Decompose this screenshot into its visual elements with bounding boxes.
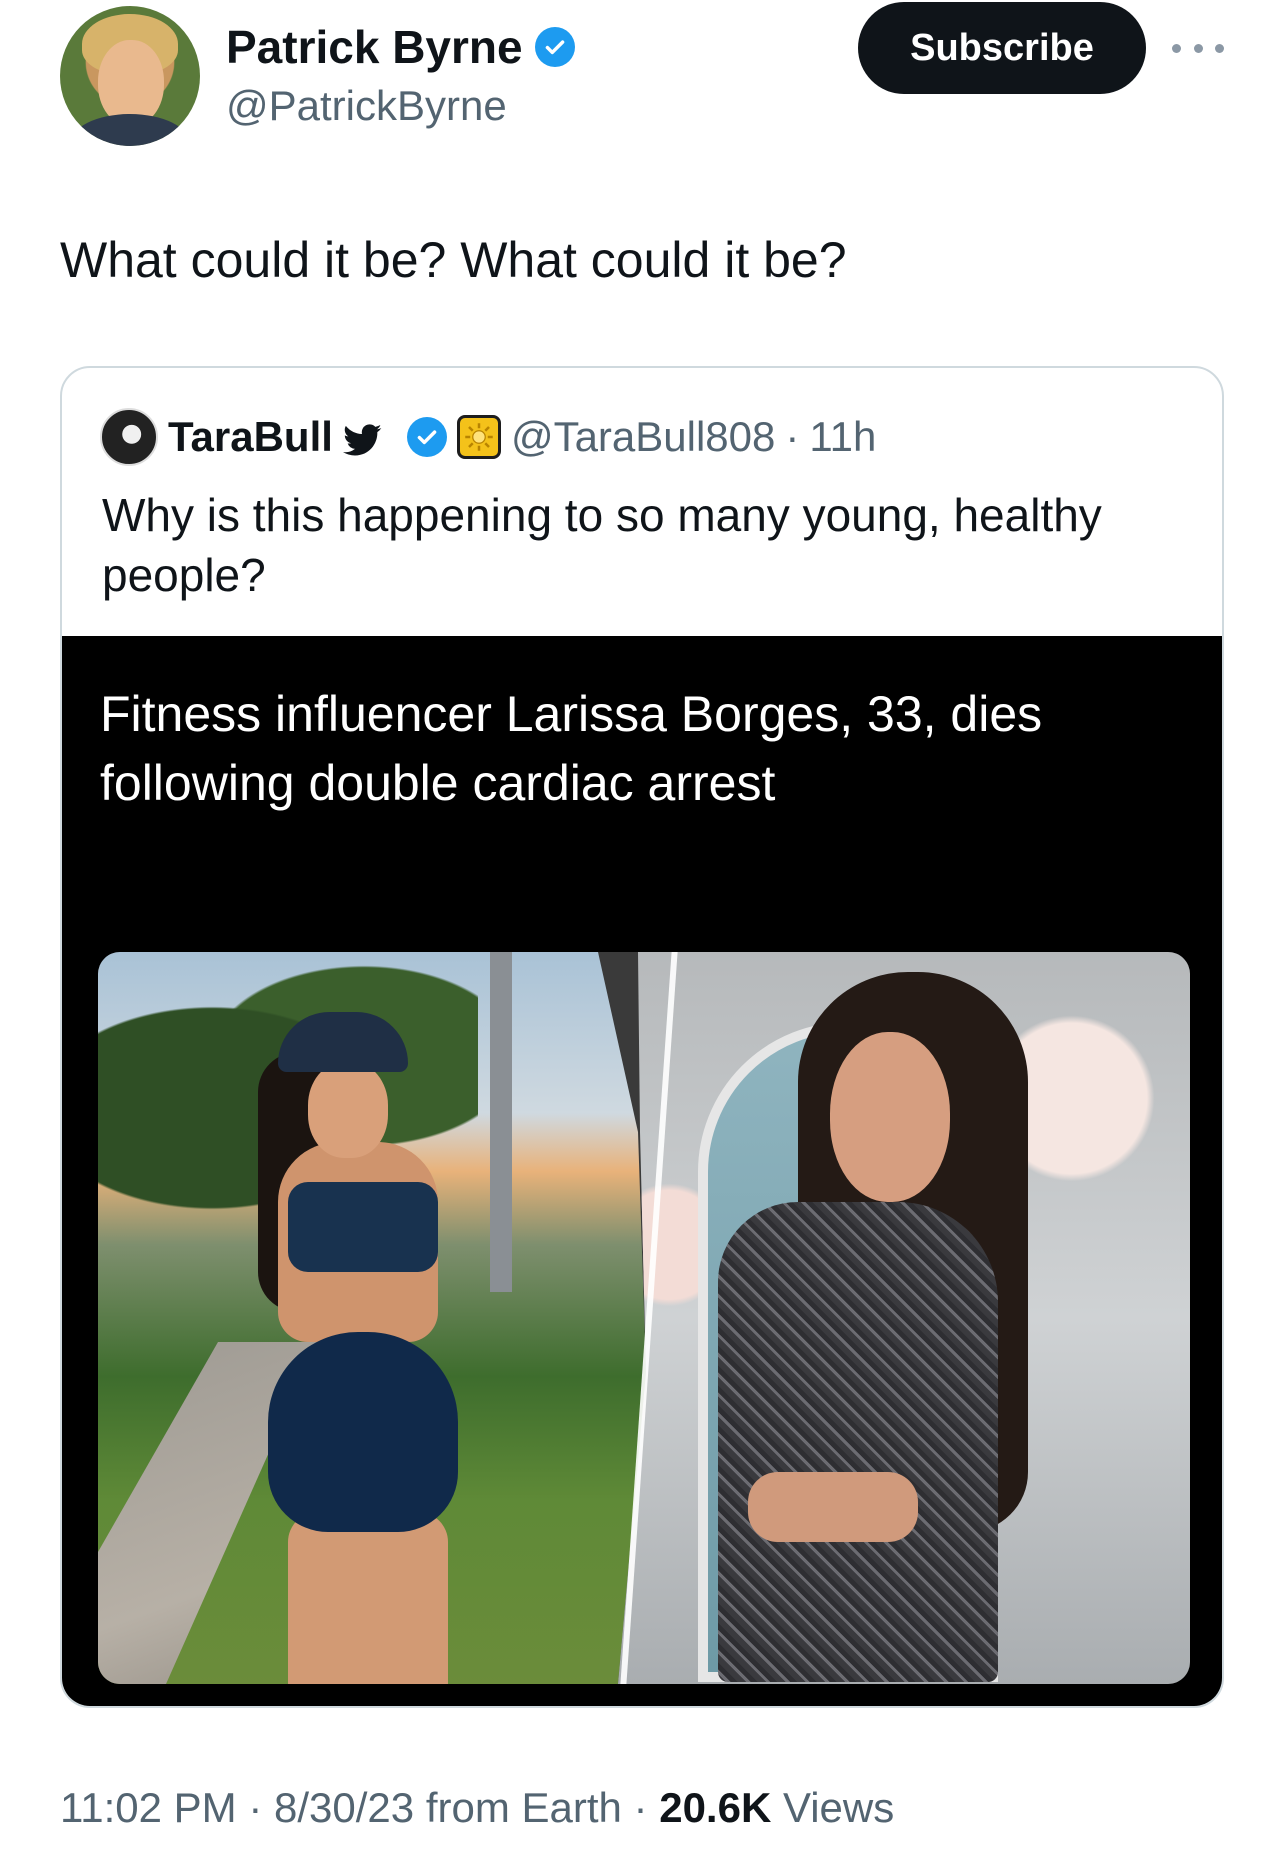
author-avatar[interactable] [60,6,200,146]
quote-media[interactable]: Fitness influencer Larissa Borges, 33, d… [62,636,1222,1706]
bird-icon [342,420,383,456]
photo-left-panel [98,952,646,1684]
quote-author-name[interactable]: TaraBull [168,413,333,461]
quote-text: Why is this happening to so many young, … [102,489,1102,601]
tweet-time[interactable]: 11:02 PM [60,1784,237,1831]
author-handle[interactable]: @PatrickByrne [226,82,507,130]
separator-dot: · [785,413,800,460]
tweet-date[interactable]: 8/30/23 [274,1784,414,1831]
subscribe-button[interactable]: Subscribe [858,2,1146,94]
person-figure-left [238,992,478,1684]
photo-right-panel [618,952,1190,1684]
quoted-tweet-card[interactable]: TaraBull @TaraBull808 · 11h Why is this … [60,366,1224,1708]
author-name-row: Patrick Byrne [226,20,575,74]
separator-dot: · [633,1784,648,1831]
separator-dot: · [248,1784,263,1831]
sun-badge-icon [456,415,501,459]
media-headline: Fitness influencer Larissa Borges, 33, d… [100,686,1043,811]
quote-author-handle[interactable]: @TaraBull808 [511,413,775,461]
quote-timestamp[interactable]: 11h [809,413,876,461]
views-label: Views [782,1784,895,1831]
quote-header: TaraBull @TaraBull808 · 11h [100,408,876,466]
tweet-text: What could it be? What could it be? [60,232,847,288]
views-count[interactable]: 20.6K [659,1784,771,1831]
verified-badge-icon [534,27,575,67]
tweet-detail: Patrick Byrne @PatrickByrne Subscribe Wh… [0,0,1283,1854]
more-horizontal-icon[interactable] [1172,28,1224,68]
author-display-name[interactable]: Patrick Byrne [226,20,523,74]
tweet-source: from Earth [425,1784,622,1831]
quote-author-avatar[interactable] [100,408,158,466]
tweet-meta: 11:02 PM · 8/30/23 from Earth · 20.6K Vi… [60,1784,894,1832]
media-photo[interactable] [98,952,1190,1684]
verified-badge-icon [406,417,447,457]
